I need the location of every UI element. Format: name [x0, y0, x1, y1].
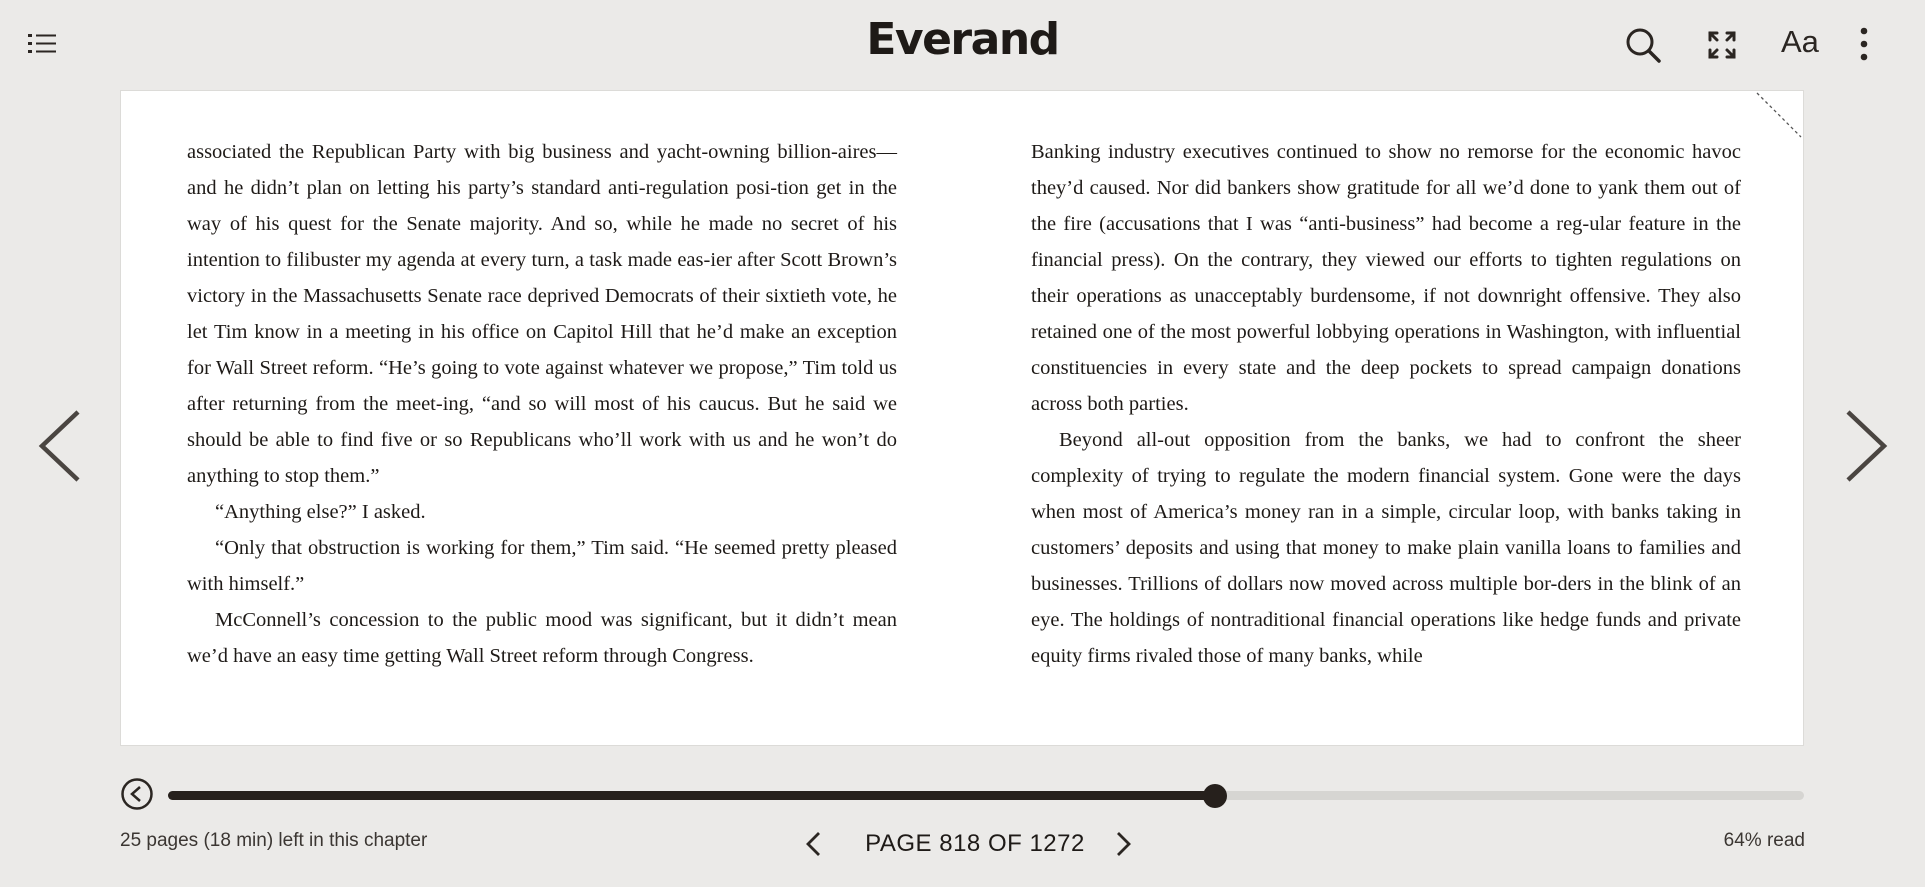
back-to-previous-location-icon[interactable]: [120, 777, 154, 816]
more-options-icon[interactable]: [1858, 26, 1870, 67]
progress-slider-thumb[interactable]: [1203, 784, 1228, 808]
percent-read-text: 64% read: [1723, 830, 1805, 851]
paragraph: “Only that obstruction is working for th…: [187, 537, 897, 595]
next-page-chevron-icon[interactable]: [1115, 830, 1133, 863]
search-icon[interactable]: [1624, 26, 1662, 69]
progress-fill: [168, 791, 1216, 800]
paragraph: Banking industry executives continued to…: [1031, 141, 1741, 415]
progress-track[interactable]: [168, 784, 1804, 808]
previous-page-arrow-icon[interactable]: [36, 408, 84, 489]
next-page-arrow-icon[interactable]: [1842, 408, 1890, 489]
paragraph: “Anything else?” I asked.: [215, 501, 426, 523]
fullscreen-icon[interactable]: [1707, 30, 1737, 65]
page-number-label: PAGE 818 OF 1272: [865, 830, 1085, 857]
left-text-column: associated the Republican Party with big…: [187, 134, 897, 674]
reading-progress: [120, 776, 1806, 812]
right-text-column: Banking industry executives continued to…: [1031, 134, 1741, 674]
top-bar: Everand Aa: [0, 0, 1925, 90]
book-page-spread: associated the Republican Party with big…: [120, 90, 1804, 746]
paragraph: associated the Republican Party with big…: [187, 141, 897, 487]
page-navigator: PAGE 818 OF 1272: [795, 822, 1155, 866]
chapter-remaining-text: 25 pages (18 min) left in this chapter: [120, 830, 428, 851]
page-corner-bookmark-icon[interactable]: [1755, 91, 1803, 144]
paragraph: McConnell’s concession to the public moo…: [187, 609, 897, 667]
text-settings-icon[interactable]: Aa: [1781, 24, 1819, 60]
paragraph: Beyond all-out opposition from the banks…: [1031, 429, 1741, 667]
